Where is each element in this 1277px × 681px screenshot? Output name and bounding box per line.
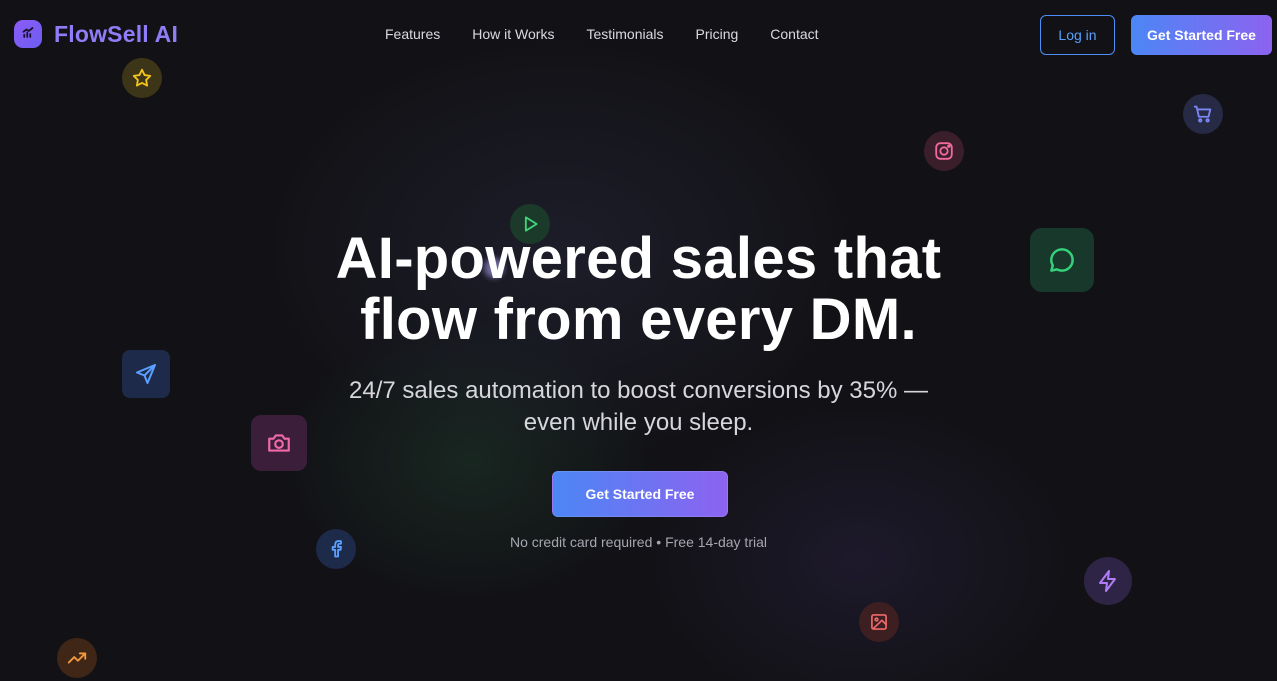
nav-link-features[interactable]: Features <box>385 26 440 42</box>
get-started-nav-button[interactable]: Get Started Free <box>1131 15 1272 55</box>
hero-title: AI-powered sales that flow from every DM… <box>0 228 1277 350</box>
nav-link-contact[interactable]: Contact <box>770 26 818 42</box>
get-started-hero-button[interactable]: Get Started Free <box>552 471 728 517</box>
top-nav: FlowSell AI Features How it Works Testim… <box>0 0 1277 70</box>
trending-up-icon <box>57 638 97 678</box>
cart-icon <box>1183 94 1223 134</box>
nav-link-pricing[interactable]: Pricing <box>695 26 738 42</box>
brand[interactable]: FlowSell AI <box>14 20 178 48</box>
nav-link-testimonials[interactable]: Testimonials <box>586 26 663 42</box>
hero-subtitle-line-2: even while you sleep. <box>523 409 754 436</box>
chart-chat-icon <box>14 20 42 48</box>
hero-title-line-2: flow from every DM. <box>360 287 917 352</box>
brand-name: FlowSell AI <box>54 20 179 47</box>
nav-link-how-it-works[interactable]: How it Works <box>472 26 554 42</box>
star-icon <box>122 58 162 98</box>
landing-page: FlowSell AI Features How it Works Testim… <box>0 0 1277 681</box>
hero-title-line-1: AI-powered sales that <box>335 226 942 291</box>
nav-links: Features How it Works Testimonials Prici… <box>385 26 819 42</box>
hero-subtitle: 24/7 sales automation to boost conversio… <box>0 375 1277 439</box>
hero-subtitle-line-1: 24/7 sales automation to boost conversio… <box>349 377 928 404</box>
image-icon <box>859 602 899 642</box>
instagram-icon <box>924 131 964 171</box>
trial-note: No credit card required • Free 14-day tr… <box>509 534 767 550</box>
bolt-icon <box>1084 557 1132 605</box>
login-button[interactable]: Log in <box>1040 15 1115 55</box>
